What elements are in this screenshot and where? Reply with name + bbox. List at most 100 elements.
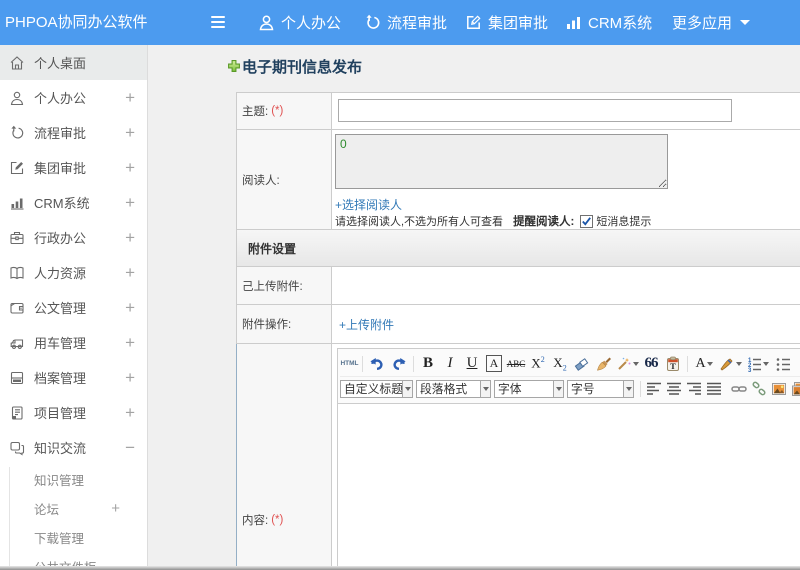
editor-combo-1[interactable]: 段落格式: [416, 380, 491, 398]
expand-toggle[interactable]: +: [125, 403, 135, 423]
sidebar-item-11[interactable]: 知识交流 −: [0, 430, 147, 465]
editor-align-right-button[interactable]: [684, 378, 704, 400]
subject-label: 主题: (*): [237, 93, 332, 129]
sidebar-item-1[interactable]: 个人办公 +: [0, 80, 147, 115]
editor-combo-2[interactable]: 字体: [494, 380, 564, 398]
editor-unlink-button[interactable]: [749, 378, 769, 400]
form-row-attach-op: 附件操作: +上传附件: [237, 305, 800, 344]
editor-unordered-list-button[interactable]: [772, 353, 794, 375]
combo-arrow-icon[interactable]: [402, 381, 412, 397]
topnav-label: 个人办公: [281, 15, 342, 32]
sidebar-item-7[interactable]: 公文管理 +: [0, 290, 147, 325]
editor-combo-3[interactable]: 字号: [567, 380, 634, 398]
archive-icon: [9, 370, 25, 386]
editor-underline-button[interactable]: U: [461, 353, 483, 375]
toolbar-separator: [362, 355, 363, 372]
sidebar-item-4[interactable]: CRM系统 +: [0, 185, 147, 220]
main-content: 电子期刊信息发布 主题:(*) 阅读人: +选择阅读人 请选择阅读人,不选为所有…: [149, 45, 800, 570]
sidebar-item-0[interactable]: 个人桌面: [0, 45, 147, 80]
editor-redo-button[interactable]: [388, 353, 410, 375]
expand-toggle[interactable]: +: [125, 88, 135, 108]
editor-multiimage-button[interactable]: [789, 378, 800, 400]
editor-highlight-button[interactable]: [717, 353, 743, 375]
topnav-personal-office[interactable]: 个人办公: [258, 0, 341, 45]
sidebar-item-5[interactable]: 行政办公 +: [0, 220, 147, 255]
form-row-content: 内容: (*) HTML B I U A ABC X2 X2 66 T A 1 2 3 自定义标题 段落格式…: [236, 344, 800, 570]
combo-arrow-icon[interactable]: [623, 381, 633, 397]
topnav-group-approval[interactable]: 集团审批: [465, 0, 548, 45]
sidebar-subitem-1[interactable]: 论坛 +: [0, 494, 147, 523]
editor-superscript-button[interactable]: X2: [527, 353, 549, 375]
editor-image-button[interactable]: [769, 378, 789, 400]
combo-arrow-icon[interactable]: [480, 381, 490, 397]
expand-toggle[interactable]: +: [125, 158, 135, 178]
edit-icon: [465, 14, 482, 31]
editor-align-left-button[interactable]: [644, 378, 664, 400]
barchart-icon: [565, 14, 582, 31]
editor-subscript-button[interactable]: X2: [549, 353, 571, 375]
expand-toggle[interactable]: +: [125, 123, 135, 143]
sms-remind-checkbox[interactable]: [580, 214, 594, 228]
sidebar-item-3[interactable]: 集团审批 +: [0, 150, 147, 185]
sidebar: 个人桌面 个人办公 + 流程审批 + 集团审批 + CRM系统 + 行政办公 +…: [0, 45, 148, 570]
person-icon: [258, 14, 275, 31]
sidebar-subitem-0[interactable]: 知识管理: [0, 465, 147, 494]
editor-justify-button[interactable]: [704, 378, 724, 400]
toolbar-separator: [687, 355, 688, 372]
expand-toggle[interactable]: +: [125, 263, 135, 283]
editor-toolbar-row2: 自定义标题 段落格式 字体 字号: [340, 376, 800, 401]
editor-paste-button[interactable]: T: [662, 353, 684, 375]
select-readers-link[interactable]: +选择阅读人: [335, 196, 402, 213]
combo-arrow-icon[interactable]: [553, 381, 563, 397]
topnav-more-apps[interactable]: 更多应用: [672, 0, 751, 45]
expand-toggle[interactable]: +: [125, 298, 135, 318]
editor-undo-button[interactable]: [366, 353, 388, 375]
editor-toolbar-row1: HTML B I U A ABC X2 X2 66 T A 1 2 3: [340, 351, 800, 376]
editor-align-center-button[interactable]: [664, 378, 684, 400]
expand-toggle[interactable]: +: [125, 368, 135, 388]
uploaded-attachment-value: [332, 267, 800, 304]
subject-input[interactable]: [338, 99, 732, 122]
topnav-crm[interactable]: CRM系统: [565, 0, 652, 45]
topbar: PHPOA协同办公软件 个人办公 流程审批 集团审批 CRM系统 更多应用: [0, 0, 800, 45]
content-label: 内容: (*): [237, 344, 332, 570]
readers-textarea[interactable]: [335, 134, 668, 189]
readers-label: 阅读人:: [237, 130, 332, 229]
editor-bold-button[interactable]: B: [417, 353, 439, 375]
editor-link-button[interactable]: [729, 378, 749, 400]
top-navigation: 个人办公 流程审批 集团审批 CRM系统 更多应用: [0, 0, 800, 45]
editor-italic-button[interactable]: I: [439, 353, 461, 375]
sidebar-item-8[interactable]: 用车管理 +: [0, 325, 147, 360]
editor-html-button[interactable]: HTML: [340, 353, 359, 375]
editor-format-brush-button[interactable]: [593, 353, 615, 375]
expand-toggle[interactable]: +: [111, 500, 120, 517]
expand-toggle[interactable]: +: [125, 193, 135, 213]
bottom-edge-bar: [0, 566, 800, 570]
editor-fontbox-button[interactable]: A: [483, 353, 505, 375]
rich-text-editor: HTML B I U A ABC X2 X2 66 T A 1 2 3 自定义标题 段落格式 字体 字号: [337, 348, 800, 570]
sidebar-item-9[interactable]: 档案管理 +: [0, 360, 147, 395]
expand-toggle[interactable]: +: [125, 228, 135, 248]
svg-text:3: 3: [748, 368, 752, 372]
editor-eraser-button[interactable]: [571, 353, 593, 375]
sidebar-item-6[interactable]: 人力资源 +: [0, 255, 147, 290]
attachment-op-label: 附件操作:: [237, 305, 332, 343]
editor-ordered-list-button[interactable]: 123: [743, 353, 772, 375]
editor-quote-button[interactable]: 66: [640, 353, 662, 375]
editor-strikethrough-button[interactable]: ABC: [505, 353, 527, 375]
editor-wand-button[interactable]: [615, 353, 640, 375]
attachment-section-header: 附件设置: [237, 230, 800, 267]
sidebar-subitem-2[interactable]: 下载管理: [0, 523, 147, 552]
sidebar-item-10[interactable]: 项目管理 +: [0, 395, 147, 430]
editor-content[interactable]: [338, 404, 800, 570]
topnav-workflow[interactable]: 流程审批: [364, 0, 447, 45]
expand-toggle[interactable]: +: [125, 333, 135, 353]
editor-combo-0[interactable]: 自定义标题: [340, 380, 413, 398]
upload-attachment-link[interactable]: +上传附件: [339, 316, 394, 333]
home-icon: [9, 55, 25, 71]
edit-icon: [9, 160, 25, 176]
expand-toggle[interactable]: −: [125, 438, 135, 458]
sidebar-item-2[interactable]: 流程审批 +: [0, 115, 147, 150]
editor-fontcolor-button[interactable]: A: [691, 353, 717, 375]
toolbar-separator: [413, 355, 414, 372]
